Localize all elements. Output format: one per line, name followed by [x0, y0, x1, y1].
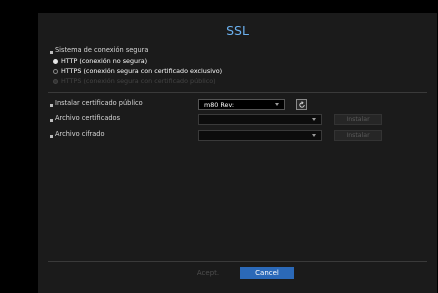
radio-label[interactable]: HTTP (conexión no segura)	[61, 57, 147, 65]
install-cert-button: Instalar	[334, 114, 382, 125]
accept-button: Acept.	[196, 269, 220, 277]
bullet-icon	[50, 104, 53, 107]
bullet-icon	[50, 135, 53, 138]
radio-disabled-icon	[53, 79, 58, 84]
install-cipher-button: Instalar	[334, 130, 382, 141]
public-cert-dropdown[interactable]: m80 Rev:	[198, 99, 285, 110]
secure-connection-heading: Sistema de conexión segura	[55, 46, 149, 54]
cipher-file-dropdown	[198, 130, 322, 141]
cert-files-dropdown	[198, 114, 322, 125]
dialog-title: SSL	[226, 23, 249, 38]
radio-selected-icon[interactable]	[53, 59, 58, 64]
radio-label: HTTPS (conexión segura con certificado p…	[61, 77, 216, 85]
dropdown-value: m80 Rev:	[204, 101, 235, 109]
radio-label[interactable]: HTTPS (conexión segura con certificado e…	[61, 67, 222, 75]
ssl-dialog: SSL Sistema de conexión segura HTTP (con…	[38, 13, 437, 293]
bullet-icon	[50, 119, 53, 122]
refresh-button[interactable]	[296, 99, 307, 110]
cipher-file-label: Archivo cifrado	[55, 130, 105, 138]
radio-unselected-icon[interactable]	[53, 69, 58, 74]
cancel-button[interactable]: Cancel	[240, 267, 294, 279]
divider	[48, 92, 427, 93]
chevron-down-icon	[312, 118, 316, 121]
bullet-icon	[50, 51, 53, 54]
install-public-cert-label: Instalar certificado público	[55, 99, 143, 107]
chevron-down-icon	[275, 103, 279, 106]
chevron-down-icon	[312, 134, 316, 137]
divider	[48, 261, 427, 262]
refresh-icon	[299, 101, 305, 108]
cert-files-label: Archivo certificados	[55, 114, 121, 122]
